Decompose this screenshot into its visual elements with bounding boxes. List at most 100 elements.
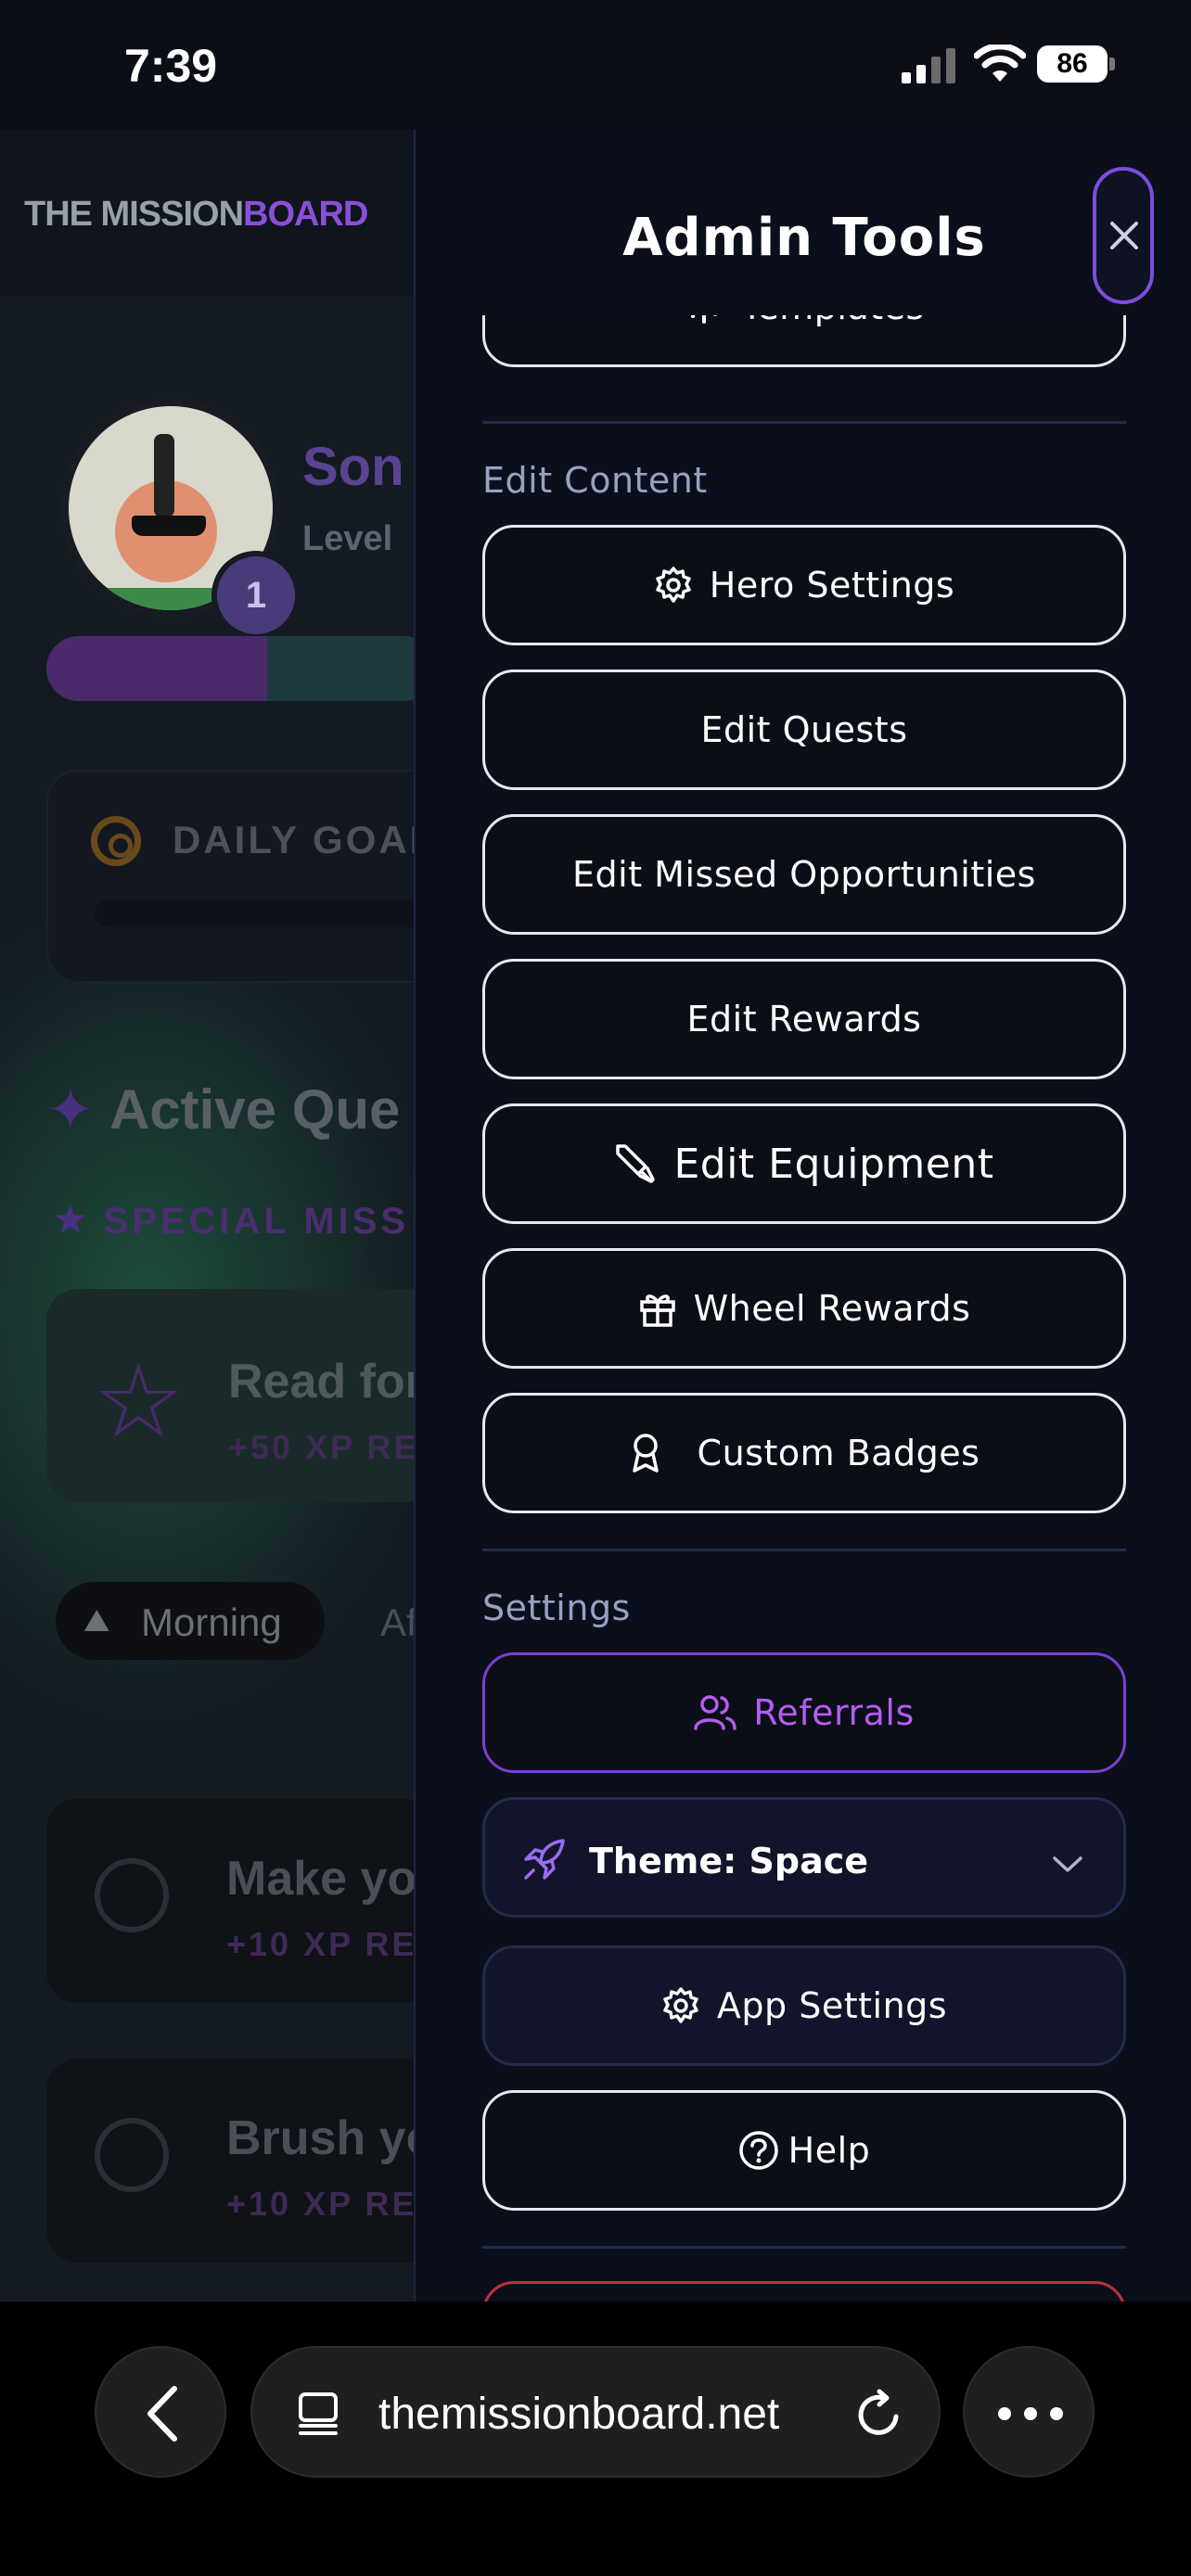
divider	[482, 2246, 1126, 2249]
divider	[482, 1549, 1126, 1551]
target-icon	[91, 816, 141, 866]
daily-goal-label: DAILY GOAL	[173, 818, 414, 861]
avatar-hat	[154, 434, 174, 517]
users-icon	[694, 1693, 736, 1732]
help-label: Help	[788, 2130, 871, 2171]
chevron-left-icon	[147, 2386, 177, 2442]
daily-goal-bar	[95, 899, 414, 927]
app-settings-label: App Settings	[716, 1985, 948, 2026]
star-outline-icon: ☆	[93, 1342, 185, 1460]
gear-icon	[661, 1986, 700, 2025]
more-dot	[1024, 2407, 1037, 2420]
back-button[interactable]	[95, 2346, 226, 2478]
address-bar[interactable]: themissionboard.net	[250, 2346, 941, 2478]
referrals-button[interactable]: Referrals	[482, 1652, 1126, 1773]
edit-quests-label: Edit Quests	[700, 709, 908, 750]
task-xp: +10 XP RE	[226, 2185, 414, 2223]
battery-cap	[1109, 57, 1115, 70]
active-quests-title: Active Que	[109, 1078, 401, 1141]
sunrise-icon: ⛰	[83, 1602, 110, 1639]
tabs-icon	[299, 2392, 338, 2435]
special-quest-card[interactable]: ☆ Read for +50 XP RE	[46, 1289, 414, 1502]
close-icon	[1110, 222, 1138, 249]
special-missions-title: SPECIAL MISS	[103, 1201, 409, 1242]
theme-select-value: Theme: Space	[589, 1841, 869, 1881]
custom-badges-button[interactable]: Custom Badges	[482, 1393, 1126, 1513]
gift-icon	[638, 1289, 677, 1328]
badge-icon	[629, 1432, 662, 1474]
chevron-down-icon	[1051, 1843, 1084, 1883]
special-missions-heading: ★ SPECIAL MISS	[52, 1196, 409, 1243]
filter-chip-morning[interactable]: ⛰ Morning	[56, 1582, 325, 1660]
rocket-icon	[522, 1837, 567, 1890]
task-checkbox[interactable]	[95, 1858, 169, 1932]
xp-progress-bar	[46, 636, 414, 701]
task-card[interactable]: Make yo +10 XP RE	[46, 1799, 414, 2003]
more-dot	[1050, 2407, 1063, 2420]
app-settings-button[interactable]: App Settings	[482, 1945, 1126, 2066]
custom-badges-label: Custom Badges	[697, 1433, 980, 1473]
task-card[interactable]: Brush yo +10 XP RE	[46, 2059, 414, 2263]
avatar-sunglasses	[132, 516, 206, 536]
wheel-rewards-button[interactable]: Wheel Rewards	[482, 1248, 1126, 1369]
templates-icon	[684, 315, 724, 325]
logo-text-primary: THE MISSION	[24, 195, 244, 234]
battery-level: 86	[1037, 45, 1108, 83]
url-text: themissionboard.net	[378, 2390, 780, 2439]
status-bar: 7:39 86	[0, 0, 1191, 130]
hero-level-label: Level	[302, 519, 393, 558]
more-dot	[998, 2407, 1011, 2420]
wifi-icon	[974, 45, 1026, 82]
browser-toolbar: themissionboard.net	[0, 2302, 1191, 2576]
referrals-label: Referrals	[753, 1692, 915, 1733]
close-button[interactable]	[1093, 167, 1154, 304]
edit-missed-label: Edit Missed Opportunities	[572, 854, 1036, 895]
filter-chip-afternoon[interactable]: Af	[380, 1600, 414, 1645]
xp-progress-fill	[46, 636, 267, 701]
edit-quests-button[interactable]: Edit Quests	[482, 670, 1126, 790]
drawer-scroll-area[interactable]: Templates Edit Content Hero Settings Edi…	[416, 315, 1191, 2302]
edit-equipment-button[interactable]: Edit Equipment	[482, 1103, 1126, 1224]
settings-label: Settings	[482, 1588, 631, 1628]
edit-content-label: Edit Content	[482, 460, 708, 501]
edit-rewards-button[interactable]: Edit Rewards	[482, 959, 1126, 1079]
reload-icon[interactable]	[855, 2389, 903, 2439]
wheel-rewards-label: Wheel Rewards	[693, 1288, 971, 1329]
hero-settings-button[interactable]: Hero Settings	[482, 525, 1126, 645]
background-app: THE MISSIONBOARD 1 Son Level DAILY GOAL …	[0, 130, 414, 2302]
sparkle-icon: ✦	[46, 1076, 95, 1143]
level-badge: 1	[211, 551, 301, 640]
logout-button[interactable]	[482, 2281, 1126, 2302]
sword-icon	[614, 1142, 657, 1185]
gear-icon	[654, 566, 693, 605]
signal-icon	[902, 48, 955, 83]
templates-button[interactable]: Templates	[482, 315, 1126, 367]
theme-select[interactable]: Theme: Space	[482, 1797, 1126, 1918]
status-time: 7:39	[124, 40, 218, 92]
more-options-button[interactable]	[963, 2346, 1095, 2478]
task-checkbox[interactable]	[95, 2118, 169, 2192]
admin-tools-drawer: Admin Tools Templates Edit Content Hero …	[414, 130, 1191, 2302]
edit-equipment-label: Edit Equipment	[673, 1140, 994, 1188]
daily-goal-card[interactable]: DAILY GOAL	[46, 770, 414, 983]
help-button[interactable]: Help	[482, 2090, 1126, 2211]
templates-label: Templates	[741, 315, 925, 327]
hero-settings-label: Hero Settings	[709, 565, 955, 606]
task-xp: +10 XP RE	[226, 1925, 414, 1963]
edit-missed-opportunities-button[interactable]: Edit Missed Opportunities	[482, 814, 1126, 935]
drawer-title: Admin Tools	[622, 208, 986, 268]
chip-label: Morning	[141, 1600, 282, 1644]
star-icon: ★	[52, 1196, 89, 1243]
hero-name: Son	[302, 437, 404, 497]
app-logo[interactable]: THE MISSIONBOARD	[24, 195, 368, 235]
quest-title: Read for	[228, 1355, 414, 1409]
divider	[482, 421, 1126, 424]
app-header: THE MISSIONBOARD	[0, 130, 414, 297]
quest-xp: +50 XP RE	[228, 1428, 414, 1466]
edit-rewards-label: Edit Rewards	[686, 999, 922, 1039]
help-circle-icon	[738, 2130, 779, 2171]
task-title: Brush yo	[226, 2111, 414, 2165]
task-title: Make yo	[226, 1852, 414, 1906]
battery-indicator: 86	[1037, 45, 1115, 83]
active-quests-heading: ✦ Active Que	[46, 1076, 400, 1143]
